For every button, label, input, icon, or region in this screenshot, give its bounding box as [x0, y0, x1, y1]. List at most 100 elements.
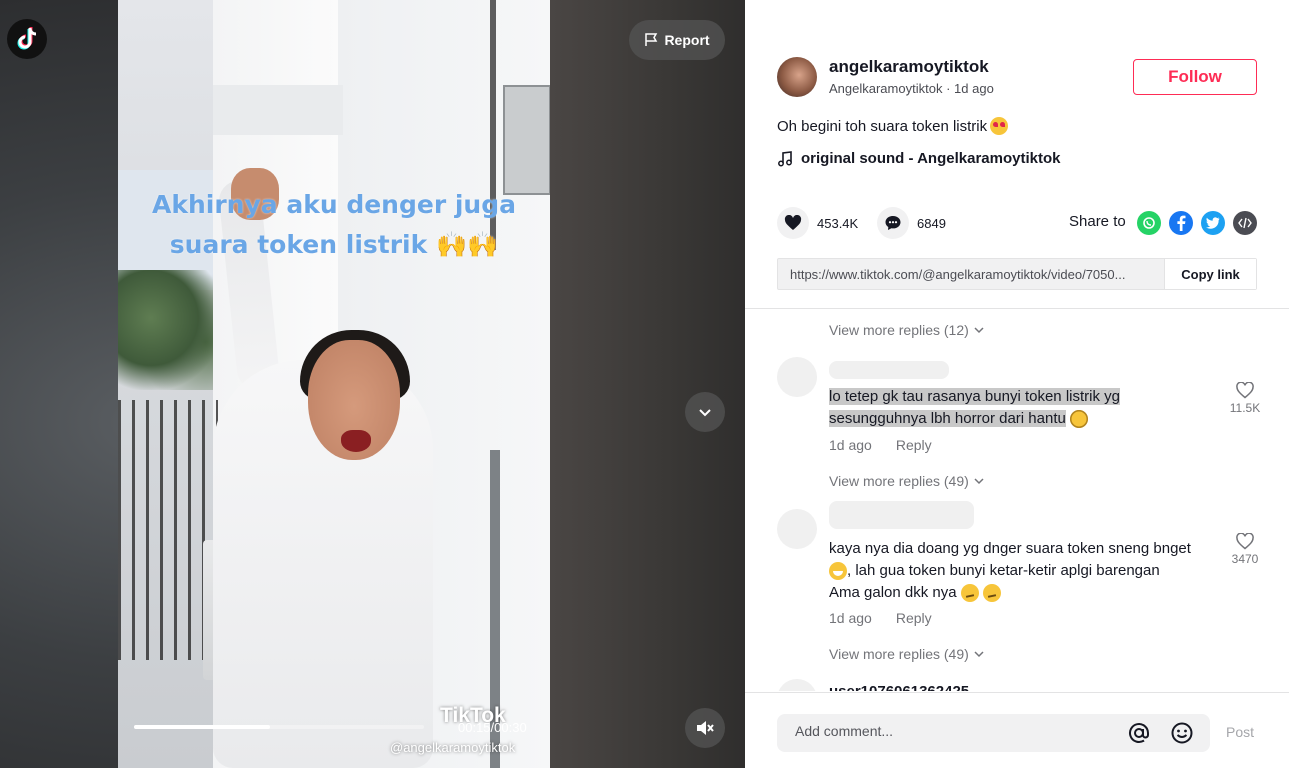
reply-button[interactable]: Reply [896, 437, 932, 453]
embed-share-button[interactable] [1233, 211, 1257, 235]
comment-action[interactable]: 6849 [877, 207, 946, 239]
comment-text: lo tetep gk tau rasanya bunyi token list… [829, 386, 1219, 430]
comment-avatar[interactable] [777, 679, 817, 691]
grinning-sweat-emoji-icon [829, 562, 847, 581]
comment-meta: 1d ago Reply [829, 610, 932, 626]
sound-link[interactable]: original sound - Angelkaramoytiktok [777, 150, 1060, 167]
divider [745, 692, 1289, 693]
post-description: Oh begini toh suara token listrik [777, 117, 1009, 135]
chevron-down-icon [974, 651, 984, 658]
comment-avatar[interactable] [777, 357, 817, 397]
comment-button[interactable] [877, 207, 909, 239]
comment-username-redacted [829, 501, 974, 529]
facebook-icon [1177, 215, 1186, 231]
electric-meter [503, 85, 550, 195]
comment-time: 1d ago [829, 610, 872, 626]
comment-count: 6849 [917, 215, 946, 231]
view-more-replies-button[interactable]: View more replies (49) [829, 473, 985, 489]
author-display-name: Angelkaramoytiktok [829, 81, 943, 96]
separator-dot: · [946, 81, 955, 96]
comment-avatar[interactable] [777, 509, 817, 549]
progress-bar[interactable] [134, 725, 424, 729]
report-label: Report [664, 32, 710, 48]
like-action[interactable]: 453.4K [777, 207, 858, 239]
heart-outline-icon[interactable] [1236, 533, 1254, 550]
comment-input-box[interactable] [777, 714, 1210, 752]
follow-button[interactable]: Follow [1133, 59, 1257, 95]
tiktok-logo-icon [17, 27, 37, 50]
video-caption-line2: suara token listrik 🙌🙌 [169, 230, 499, 259]
comment-username[interactable]: user1076061362425 [829, 683, 969, 691]
flushed-emoji-icon [1070, 410, 1089, 429]
heart-eyes-emoji-icon [990, 117, 1009, 135]
report-button[interactable]: Report [629, 20, 725, 60]
post-time: 1d ago [954, 81, 994, 96]
comment-text-line1: lo tetep gk tau rasanya bunyi token list… [829, 388, 1120, 405]
at-mention-icon[interactable] [1127, 721, 1151, 745]
video-link[interactable]: https://www.tiktok.com/@angelkaramoytikt… [790, 267, 1162, 282]
mouth [341, 430, 371, 452]
twitter-icon [1206, 217, 1220, 229]
comment-time: 1d ago [829, 437, 872, 453]
heart-outline-icon[interactable] [1236, 382, 1254, 399]
comment-icon [885, 216, 901, 230]
comment-like: 11.5K [1227, 382, 1263, 415]
facebook-share-button[interactable] [1169, 211, 1193, 235]
like-button[interactable] [777, 207, 809, 239]
comment-text-line2: , lah gua token bunyi ketar-ketir aplgi … [847, 562, 1160, 579]
whatsapp-icon [1143, 217, 1155, 229]
comment-list[interactable]: View more replies (12) lo tetep gk tau r… [745, 309, 1289, 691]
comment-text: kaya nya dia doang yg dnger suara token … [829, 538, 1219, 604]
like-count: 453.4K [817, 215, 859, 231]
comment-like-count: 11.5K [1229, 401, 1261, 415]
comment-like-count: 3470 [1231, 552, 1259, 566]
sound-name: original sound - Angelkaramoytiktok [801, 150, 1061, 167]
embed-icon [1238, 217, 1252, 229]
heart-icon [784, 215, 802, 230]
comment-input[interactable] [795, 723, 1115, 739]
chevron-down-icon [699, 409, 711, 417]
chevron-down-icon [974, 327, 984, 334]
view-more-replies-label: View more replies (12) [829, 322, 969, 338]
muted-speaker-icon [697, 721, 714, 735]
view-more-replies-label: View more replies (49) [829, 646, 969, 662]
author-username[interactable]: angelkaramoytiktok [829, 57, 989, 77]
ceiling-beam [213, 85, 343, 135]
video-player[interactable]: Akhirnya aku denger juga suara token lis… [118, 0, 550, 768]
chevron-down-icon [974, 478, 984, 485]
comment-username-redacted [829, 361, 949, 379]
trees [118, 270, 228, 390]
description-text: Oh begini toh suara token listrik [777, 117, 988, 135]
author-avatar[interactable] [777, 57, 817, 97]
copy-link-button[interactable]: Copy link [1164, 259, 1256, 289]
next-video-button[interactable] [685, 392, 725, 432]
author-subinfo: Angelkaramoytiktok · 1d ago [829, 81, 994, 96]
emoji-icon[interactable] [1170, 721, 1194, 745]
music-note-icon [778, 150, 792, 166]
comment-text-line3: Ama galon dkk nya [829, 584, 957, 601]
reply-button[interactable]: Reply [896, 610, 932, 626]
details-pane: angelkaramoytiktok Angelkaramoytiktok · … [745, 0, 1289, 768]
comment-text-line1: kaya nya dia doang yg dnger suara token … [829, 540, 1191, 557]
time-display: 00:15/00:30 [458, 720, 527, 735]
watermark-username: @angelkaramoytiktok [390, 740, 516, 755]
progress-fill [134, 725, 271, 729]
whatsapp-share-button[interactable] [1137, 211, 1161, 235]
video-pane: Akhirnya aku denger juga suara token lis… [0, 0, 745, 768]
mute-button[interactable] [685, 708, 725, 748]
view-more-replies-label: View more replies (49) [829, 473, 969, 489]
view-more-replies-button[interactable]: View more replies (12) [829, 322, 985, 338]
post-button[interactable]: Post [1226, 724, 1254, 740]
twitter-share-button[interactable] [1201, 211, 1225, 235]
blurred-background-right [550, 0, 745, 768]
video-caption-line1: Akhirnya aku denger juga [151, 190, 516, 219]
smirk-emoji-icon [960, 584, 979, 603]
tiktok-video-page: Akhirnya aku denger juga suara token lis… [0, 0, 1289, 768]
comment-meta: 1d ago Reply [829, 437, 932, 453]
view-more-replies-button[interactable]: View more replies (49) [829, 646, 985, 662]
video-link-box: https://www.tiktok.com/@angelkaramoytikt… [777, 258, 1257, 290]
flag-icon [645, 33, 658, 46]
comment-like: 3470 [1227, 533, 1263, 566]
share-label: Share to [1069, 213, 1126, 230]
tiktok-logo-button[interactable] [7, 19, 47, 59]
